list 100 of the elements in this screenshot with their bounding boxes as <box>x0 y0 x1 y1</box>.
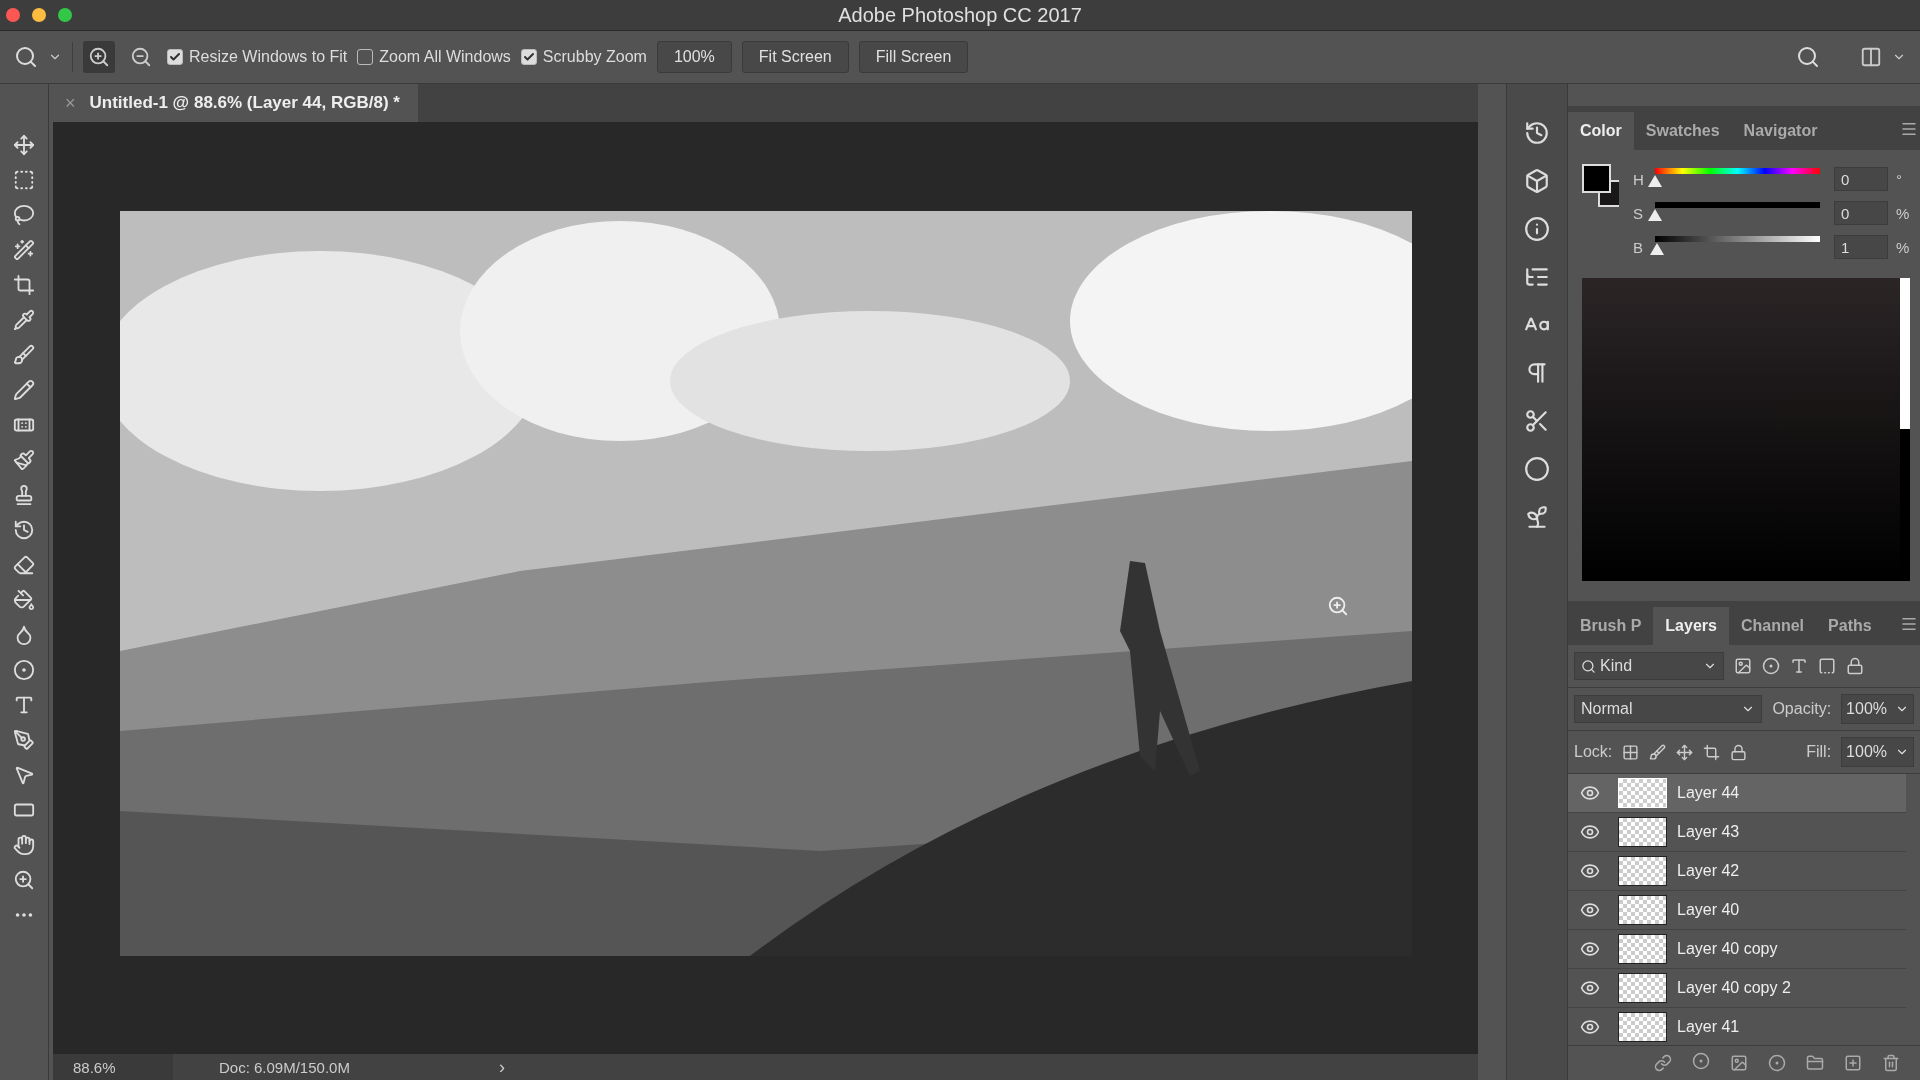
search-icon[interactable] <box>1796 45 1820 69</box>
lasso-icon[interactable] <box>13 204 35 226</box>
unit-label: ° <box>1896 170 1903 188</box>
document-title: Untitled-1 @ 88.6% (Layer 44, RGB/8) * <box>89 93 400 113</box>
status-menu-arrow[interactable]: › <box>499 1056 505 1078</box>
cube-icon[interactable] <box>1524 168 1550 194</box>
wand-icon[interactable] <box>13 239 35 261</box>
layer-name: Layer 40 copy <box>1677 940 1778 958</box>
stamp-icon[interactable] <box>13 484 35 506</box>
layer-thumbnail <box>1618 934 1667 964</box>
marquee-icon[interactable] <box>13 169 35 191</box>
eye-icon[interactable] <box>1580 861 1600 881</box>
panel-tab[interactable]: Brush P <box>1568 607 1654 645</box>
checkbox[interactable] <box>167 49 183 65</box>
layer-thumbnail <box>1618 778 1667 808</box>
zoom-in-button[interactable] <box>83 41 115 73</box>
scissors-icon[interactable] <box>1524 408 1550 434</box>
paint-bucket-icon[interactable] <box>13 589 35 611</box>
image-filter-icon[interactable] <box>1734 657 1752 675</box>
sprout-icon[interactable] <box>1524 504 1550 530</box>
screen-fit-button[interactable]: Fill Screen <box>858 41 969 73</box>
eye-icon[interactable] <box>1580 822 1600 842</box>
minimize-window-button[interactable] <box>32 8 46 22</box>
link-icon[interactable] <box>1654 1054 1672 1072</box>
paintbrush-icon[interactable] <box>13 449 35 471</box>
layer-thumbnail <box>1618 895 1667 925</box>
layer-row[interactable]: Layer 44 <box>1568 774 1906 813</box>
layer-name: Layer 42 <box>1677 862 1740 880</box>
zoom-icon[interactable] <box>13 869 35 891</box>
brightness-bar[interactable] <box>1900 278 1910 581</box>
close-window-button[interactable] <box>6 8 20 22</box>
folder-icon[interactable] <box>1806 1054 1824 1072</box>
adjustment-icon[interactable] <box>1768 1054 1786 1072</box>
document-tab[interactable]: × Untitled-1 @ 88.6% (Layer 44, RGB/8) * <box>53 84 418 122</box>
color-swatches[interactable] <box>1582 164 1619 208</box>
layer-name: Layer 41 <box>1677 1018 1740 1036</box>
filter-dropdown[interactable]: Kind <box>1574 652 1724 680</box>
crop-icon[interactable] <box>13 274 35 296</box>
panel-menu-icon[interactable] <box>1900 120 1918 138</box>
hand-icon[interactable] <box>13 834 35 856</box>
shape-filter-icon[interactable] <box>1818 657 1836 675</box>
workspace-icon[interactable] <box>1860 46 1882 68</box>
checker-icon[interactable] <box>1622 743 1640 761</box>
brush-icon[interactable] <box>13 344 35 366</box>
lock-icon[interactable] <box>1730 743 1748 761</box>
eye-icon[interactable] <box>1580 1017 1600 1037</box>
zoom-tool-icon[interactable] <box>14 45 38 69</box>
zoom-value-field[interactable]: 100% <box>656 41 732 73</box>
panel-tab[interactable]: Navigator <box>1731 112 1830 150</box>
fill-field[interactable]: 100% <box>1841 737 1914 767</box>
screen-fit-button[interactable]: Fit Screen <box>741 41 849 73</box>
history-icon[interactable] <box>1524 120 1550 146</box>
crop-icon[interactable] <box>1703 743 1721 761</box>
checkbox[interactable] <box>357 49 374 65</box>
pencil-icon[interactable] <box>13 379 35 401</box>
type-filter-icon[interactable] <box>1790 657 1808 675</box>
move-icon[interactable] <box>1676 743 1694 761</box>
eye-icon[interactable] <box>1580 978 1600 998</box>
layer-name: Layer 40 <box>1677 901 1740 919</box>
panel-tab[interactable]: Channel <box>1728 607 1817 645</box>
panel-tab[interactable]: Swatches <box>1633 112 1732 150</box>
slider-thumb[interactable] <box>1649 243 1664 255</box>
panel-tab[interactable]: Layers <box>1653 607 1729 645</box>
checkbox-label: Zoom All Windows <box>379 48 511 66</box>
trash-icon[interactable] <box>1882 1054 1900 1072</box>
history-brush-icon[interactable] <box>13 519 35 541</box>
value-field[interactable]: 0 <box>1834 201 1888 225</box>
circle-icon[interactable] <box>1524 456 1550 482</box>
zoom-cursor-icon <box>1326 594 1349 617</box>
value-field[interactable]: 1 <box>1834 235 1888 259</box>
eye-icon[interactable] <box>1580 783 1600 803</box>
panel-menu-icon[interactable] <box>1900 615 1918 633</box>
move-icon[interactable] <box>13 134 35 156</box>
panel-tab[interactable]: Paths <box>1816 607 1884 645</box>
adjustment-filter-icon[interactable] <box>1762 657 1780 675</box>
slider-thumb[interactable] <box>1648 209 1662 221</box>
panel-tab[interactable]: Color <box>1568 112 1634 150</box>
pen-icon[interactable] <box>13 729 35 751</box>
pointer-icon[interactable] <box>13 764 35 786</box>
zoom-window-button[interactable] <box>58 8 72 22</box>
blend-mode-dropdown[interactable]: Normal <box>1574 695 1763 723</box>
blend-mode-label: Normal <box>1581 700 1633 718</box>
slider-label: B <box>1633 238 1644 256</box>
new-layer-icon[interactable] <box>1844 1054 1862 1072</box>
opacity-field[interactable]: 100% <box>1841 694 1914 724</box>
opacity-value: 100% <box>1846 700 1887 718</box>
checkbox-label: Resize Windows to Fit <box>189 48 348 66</box>
eye-icon[interactable] <box>1580 900 1600 920</box>
lock-filter-icon[interactable] <box>1846 657 1864 675</box>
eye-icon[interactable] <box>1580 939 1600 959</box>
type-icon[interactable] <box>13 694 35 716</box>
slider-thumb[interactable] <box>1648 175 1662 187</box>
value-field[interactable]: 0 <box>1834 167 1888 191</box>
info-icon[interactable] <box>1524 216 1550 242</box>
color-field[interactable] <box>1582 278 1900 581</box>
brush-icon[interactable] <box>1649 743 1667 761</box>
eyedropper-icon[interactable] <box>13 309 35 331</box>
checkbox[interactable] <box>520 49 537 65</box>
eraser-icon[interactable] <box>13 554 35 576</box>
layer-name: Layer 40 copy 2 <box>1677 979 1791 997</box>
